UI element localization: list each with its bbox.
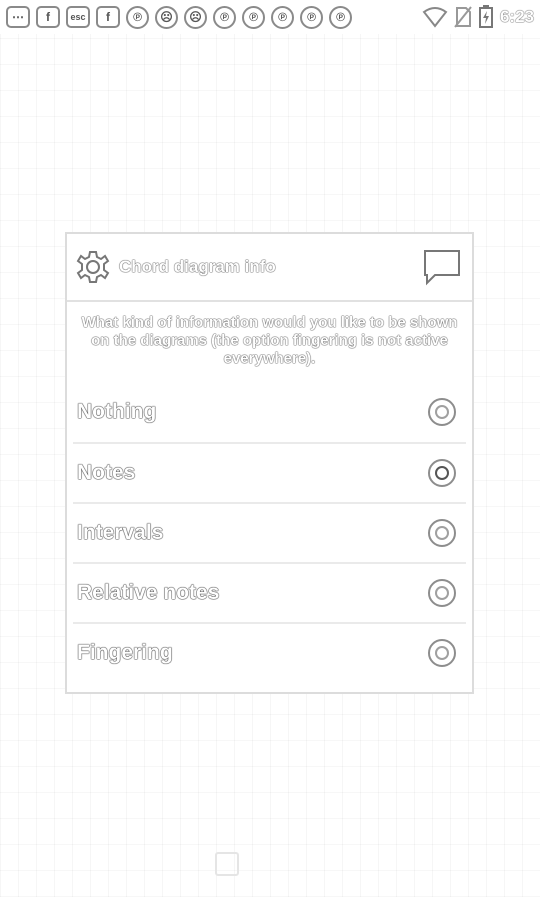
radio-button[interactable] bbox=[428, 639, 456, 667]
pinterest-icon: ℗ bbox=[213, 5, 236, 29]
option-label: Nothing bbox=[77, 400, 157, 423]
chord-diagram-info-dialog: Chord diagram info What kind of informat… bbox=[65, 232, 474, 694]
facebook-icon: f bbox=[96, 5, 120, 28]
pinterest-icon: ℗ bbox=[126, 5, 149, 29]
clock: 6:23 bbox=[499, 7, 534, 26]
pinterest-icon: ℗ bbox=[300, 5, 323, 29]
cat-app-icon: ☹ bbox=[184, 5, 207, 29]
dialog-header: Chord diagram info bbox=[67, 234, 472, 302]
pinterest-icon: ℗ bbox=[329, 5, 352, 29]
option-label: Notes bbox=[77, 461, 136, 484]
option-label: Relative notes bbox=[77, 581, 220, 604]
cat-app-icon: ☹ bbox=[155, 5, 178, 29]
radio-button[interactable] bbox=[428, 579, 456, 607]
option-relative-notes[interactable]: Relative notes bbox=[73, 562, 466, 622]
radio-button[interactable] bbox=[428, 398, 456, 426]
no-sim-icon bbox=[454, 6, 472, 28]
options-list: Nothing Notes Intervals Relative notes Finge… bbox=[73, 382, 466, 682]
radio-button[interactable] bbox=[428, 519, 456, 547]
status-right: 6:23 bbox=[422, 5, 534, 29]
esc-icon: esc bbox=[66, 5, 90, 28]
wifi-icon bbox=[422, 7, 448, 28]
notification-icons: ⋯ f esc f ℗ ☹ ☹ ℗ ℗ ℗ ℗ ℗ bbox=[6, 5, 352, 29]
option-notes[interactable]: Notes bbox=[73, 442, 466, 502]
option-fingering[interactable]: Fingering bbox=[73, 622, 466, 682]
option-label: Fingering bbox=[77, 641, 173, 664]
dialog-message: What kind of information would you like … bbox=[81, 314, 458, 367]
battery-icon bbox=[478, 5, 493, 28]
pinterest-icon: ℗ bbox=[271, 5, 294, 29]
radio-button[interactable] bbox=[428, 459, 456, 487]
status-bar: ⋯ f esc f ℗ ☹ ☹ ℗ ℗ ℗ ℗ ℗ 6:23 bbox=[0, 0, 540, 34]
nav-hint bbox=[215, 852, 239, 876]
option-intervals[interactable]: Intervals bbox=[73, 502, 466, 562]
facebook-icon: f bbox=[36, 5, 60, 28]
option-label: Intervals bbox=[77, 521, 164, 544]
more-notification-icon: ⋯ bbox=[6, 5, 30, 28]
gear-icon bbox=[76, 251, 110, 283]
chat-bubble-icon[interactable] bbox=[422, 248, 462, 286]
option-nothing[interactable]: Nothing bbox=[73, 382, 466, 442]
pinterest-icon: ℗ bbox=[242, 5, 265, 29]
dialog-title: Chord diagram info bbox=[119, 257, 276, 276]
